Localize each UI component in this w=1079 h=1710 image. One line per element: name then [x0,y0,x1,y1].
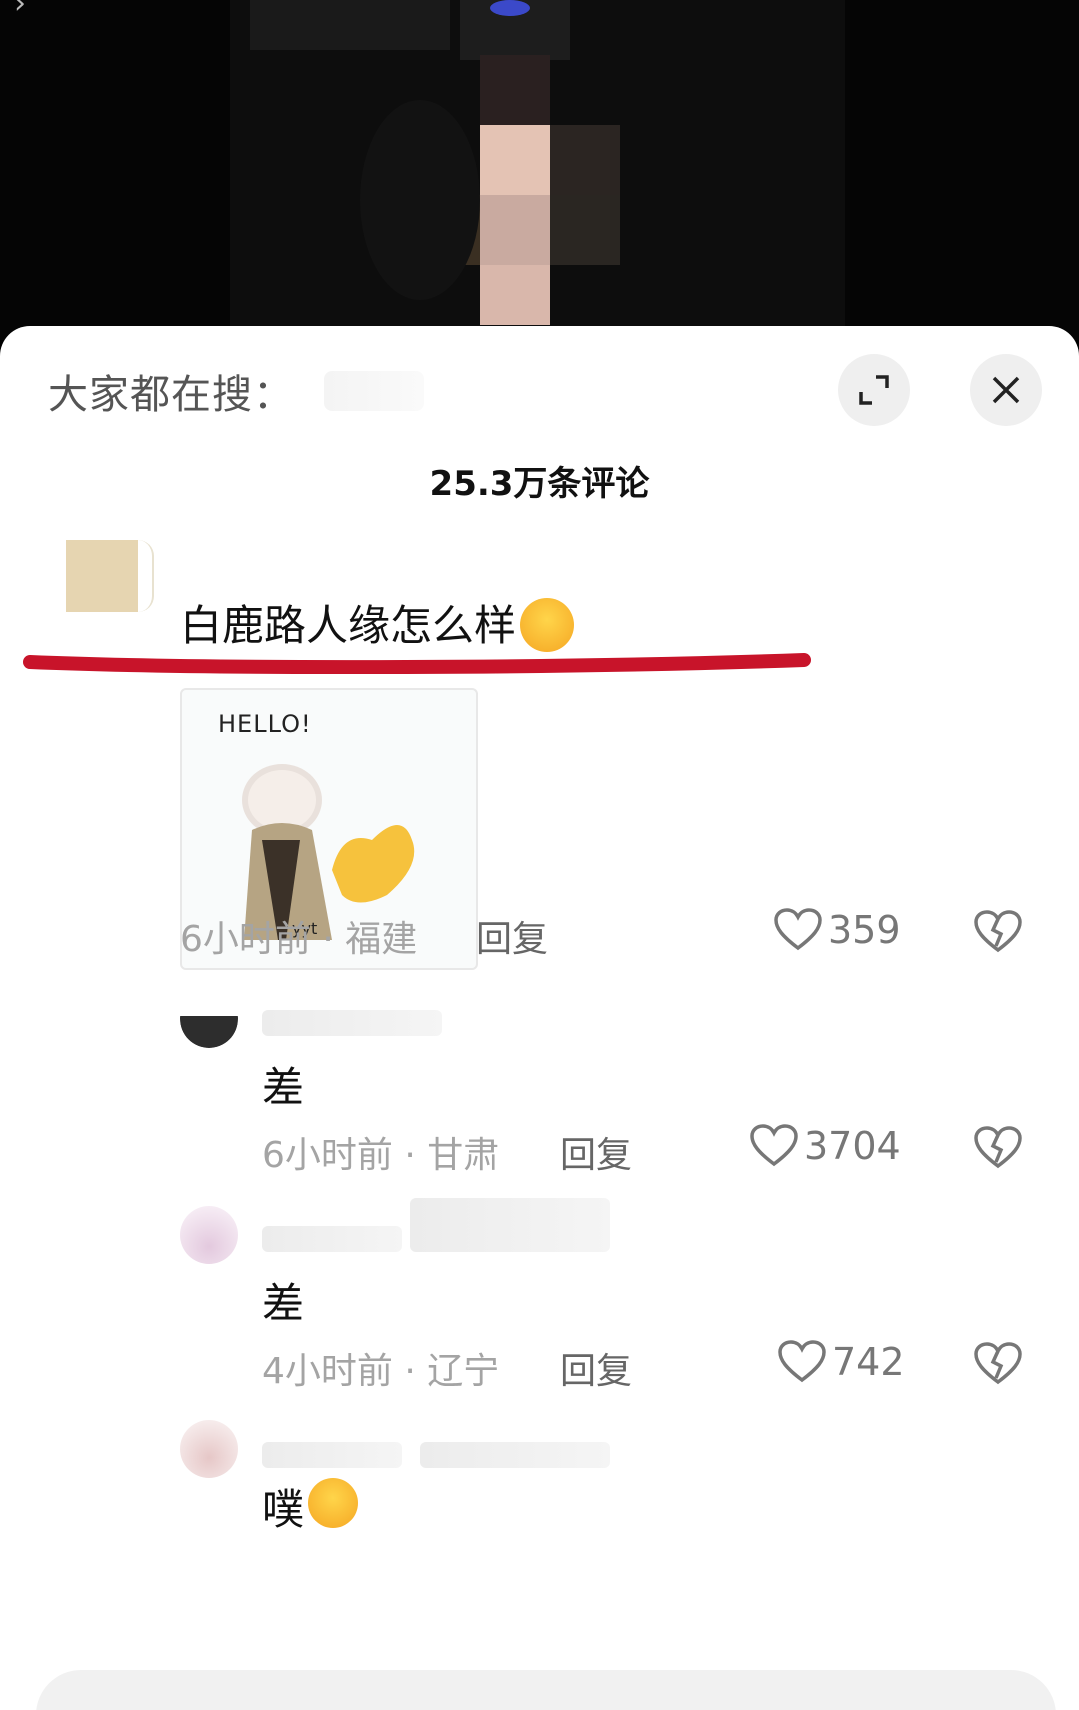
avatar[interactable] [66,540,138,612]
like-button[interactable]: 742 [778,1340,905,1384]
expand-icon [859,375,889,405]
reply-text[interactable]: 噗 [262,1476,359,1537]
sticker-caption: HELLO! [218,710,312,738]
reply-target-username[interactable] [410,1198,610,1252]
reply-button[interactable]: 回复 [560,1126,632,1178]
comment-count: 25.3万条评论 [429,464,650,504]
like-count: 742 [832,1340,905,1384]
video-pixel [490,0,530,16]
heart-icon [750,1124,798,1167]
reply-username[interactable] [262,1442,402,1468]
comment-sheet: 大家都在搜： 25.3万条评论 白鹿路人缘怎么样 HELLO! yyt 6小时前… [0,326,1079,1710]
heart-icon [778,1340,826,1383]
back-icon[interactable]: › [14,0,26,21]
reply-avatar[interactable] [180,1206,238,1264]
video-pixel [480,265,550,325]
like-button[interactable]: 359 [774,908,901,952]
trending-search-row[interactable]: 大家都在搜： [48,366,424,418]
reply-text[interactable]: 差 [262,1270,304,1331]
video-pixel [550,125,620,195]
comment-meta: 6小时前 · 福建 [180,919,418,960]
video-pixel [250,0,450,50]
video-pixel [480,195,550,265]
reply-avatar[interactable] [180,990,238,1048]
reply-button[interactable]: 回复 [560,1342,632,1394]
comment-input-bar[interactable] [36,1670,1056,1710]
reply-button[interactable]: 回复 [476,910,548,962]
comment-text[interactable]: 白鹿路人缘怎么样 [180,592,575,656]
comment-text-content: 白鹿路人缘怎么样 [180,601,517,650]
video-pixel [550,195,620,265]
reply-target-username[interactable] [420,1442,610,1468]
like-button[interactable]: 3704 [750,1124,901,1168]
trending-search-term[interactable] [324,371,424,411]
video-pixel [480,55,550,125]
reply-avatar[interactable] [180,1420,238,1478]
close-icon [992,376,1020,404]
reply-meta: 4小时前 · 辽宁 [262,1351,500,1392]
reply-username[interactable] [262,1226,402,1252]
broken-heart-icon[interactable] [974,1126,1022,1170]
reply-text[interactable]: 差 [262,1054,304,1115]
trending-search-label: 大家都在搜： [48,372,294,418]
broken-heart-icon[interactable] [974,910,1022,954]
close-button[interactable] [970,354,1042,426]
like-count: 3704 [804,1124,901,1168]
reply-text-content: 噗 [262,1485,305,1534]
expand-button[interactable] [838,354,910,426]
highlight-underline [23,653,811,674]
video-pixel [480,125,550,195]
video-player[interactable]: › [0,0,1079,340]
like-count: 359 [828,908,901,952]
avatar-edge [138,540,154,612]
emoji-icon [520,597,575,652]
reply-meta: 6小时前 · 甘肃 [262,1135,500,1176]
heart-icon [774,908,822,951]
video-pixel [360,100,480,300]
broken-heart-icon[interactable] [974,1342,1022,1386]
video-frame [230,0,845,340]
emoji-icon [308,1477,359,1528]
reply-username[interactable] [262,1010,442,1036]
